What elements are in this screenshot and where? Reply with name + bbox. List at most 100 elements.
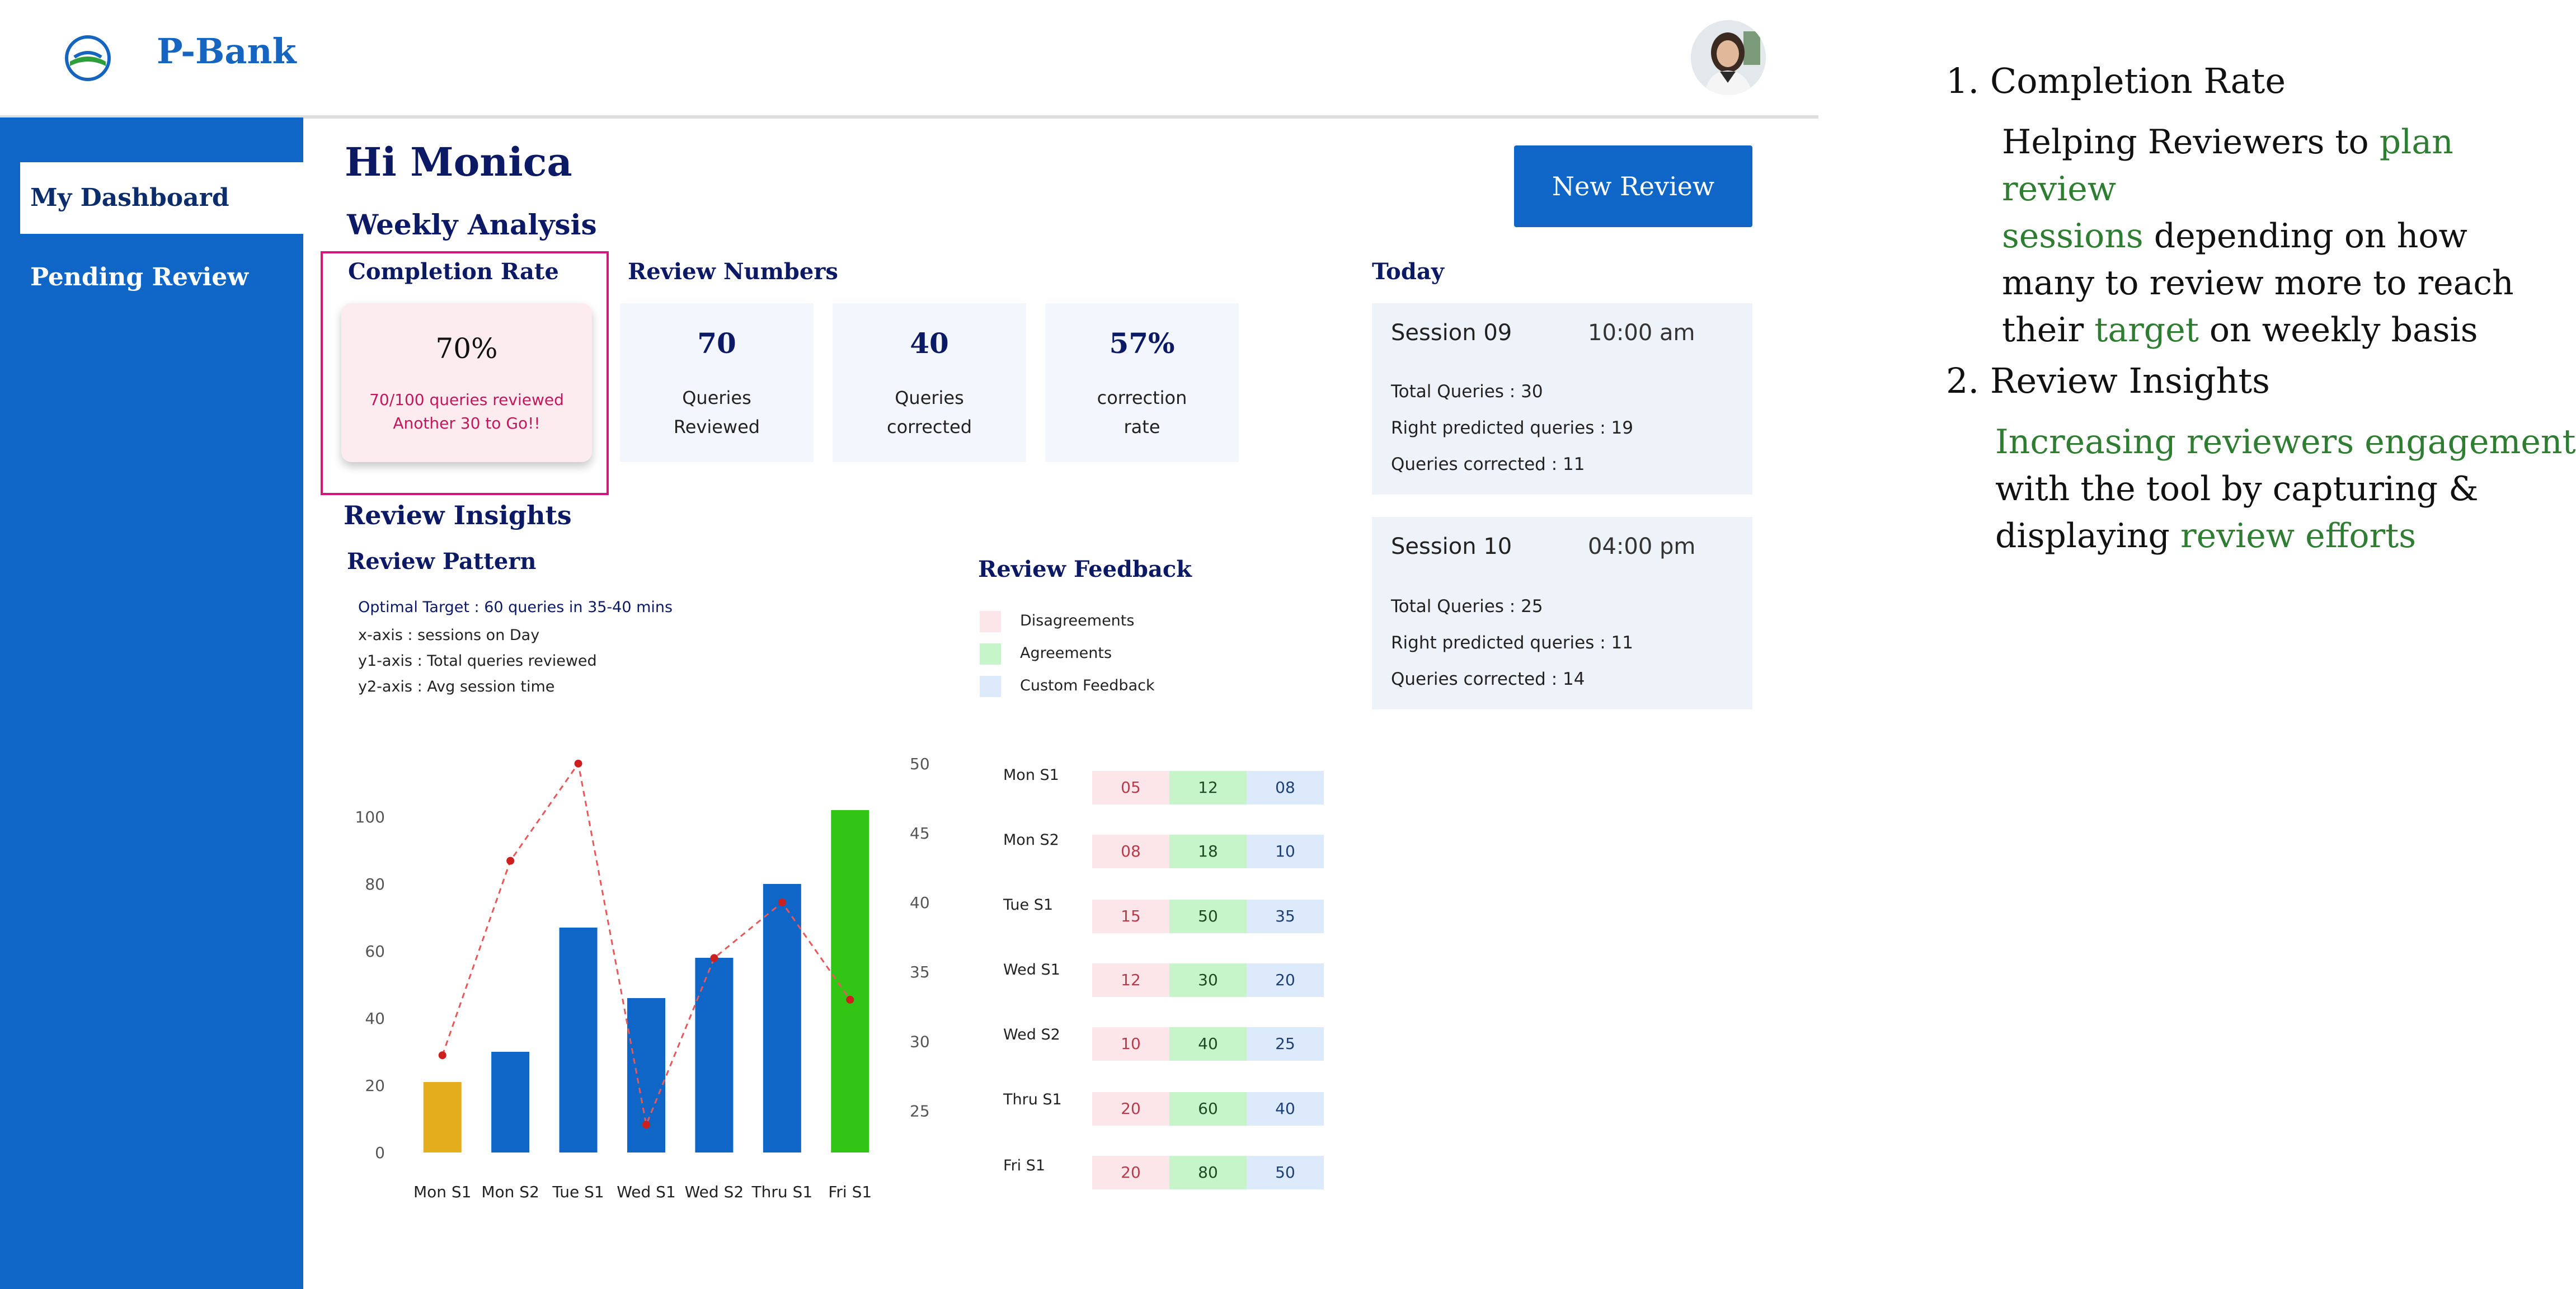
feedback-agreements-cell[interactable]: 12 (1169, 771, 1247, 805)
feedback-row-label: Thru S1 (1003, 1091, 1062, 1108)
legend-label-custom-feedback: Custom Feedback (1020, 677, 1155, 694)
y1-tick-label: 80 (365, 875, 385, 893)
feedback-custom-cell[interactable]: 10 (1247, 835, 1324, 868)
feedback-custom-cell[interactable]: 40 (1247, 1092, 1324, 1126)
correction-rate-card[interactable]: 57% correction rate (1045, 303, 1239, 462)
session-card-09[interactable]: Session 09 10:00 am Total Queries : 30 R… (1372, 303, 1752, 495)
session-card-10[interactable]: Session 10 04:00 pm Total Queries : 25 R… (1372, 517, 1752, 709)
y2-tick-label: 50 (910, 755, 930, 773)
session-queries-corrected: Queries corrected : 11 (1391, 454, 1585, 474)
note-insights-heading: 2. Review Insights (1946, 360, 2270, 401)
feedback-row-label: Wed S2 (1003, 1026, 1060, 1043)
legend-label-agreements: Agreements (1020, 644, 1112, 662)
x-tick-label: Mon S2 (481, 1183, 539, 1201)
chart-bar (763, 884, 801, 1152)
session-time: 10:00 am (1588, 320, 1695, 346)
feedback-disagreements-cell[interactable]: 10 (1092, 1027, 1169, 1061)
feedback-row-label: Fri S1 (1003, 1157, 1046, 1174)
feedback-disagreements-cell[interactable]: 15 (1092, 900, 1169, 933)
feedback-row-label: Mon S1 (1003, 766, 1059, 784)
feedback-agreements-cell[interactable]: 40 (1169, 1027, 1247, 1061)
x-tick-label: Fri S1 (828, 1183, 872, 1201)
sidebar: My Dashboard Pending Review (0, 117, 303, 1289)
feedback-agreements-cell[interactable]: 18 (1169, 835, 1247, 868)
completion-remaining: Another 30 to Go!! (393, 414, 540, 432)
sidebar-item-my-dashboard[interactable]: My Dashboard (20, 162, 303, 234)
note-line: displaying review efforts (1995, 512, 2576, 559)
note-highlight: Increasing reviewers engagement (1995, 422, 2576, 462)
x-tick-label: Thru S1 (751, 1183, 813, 1201)
note-text: displaying (1995, 516, 2180, 556)
feedback-disagreements-cell[interactable]: 08 (1092, 835, 1169, 868)
completion-rate-card[interactable]: 70% 70/100 queries reviewed Another 30 t… (341, 303, 592, 462)
sidebar-item-pending-review[interactable]: Pending Review (20, 242, 303, 313)
session-right-predicted: Right predicted queries : 11 (1391, 633, 1633, 653)
x-tick-label: Wed S2 (685, 1183, 744, 1201)
note-completion-heading: 1. Completion Rate (1946, 60, 2286, 101)
feedback-disagreements-cell[interactable]: 05 (1092, 771, 1169, 805)
note-highlight: review efforts (2180, 516, 2417, 556)
feedback-agreements-cell[interactable]: 80 (1169, 1156, 1247, 1189)
user-avatar[interactable] (1691, 20, 1766, 95)
correction-rate-value: 57% (1109, 327, 1175, 360)
completion-percent: 70% (435, 332, 498, 365)
feedback-agreements-cell[interactable]: 60 (1169, 1092, 1247, 1126)
note-line: Increasing reviewers engagement (1995, 418, 2576, 465)
y2-tick-label: 35 (910, 963, 930, 981)
y2-tick-label: 25 (910, 1102, 930, 1121)
avg-session-time-point (778, 898, 786, 907)
feedback-agreements-cell[interactable]: 50 (1169, 900, 1247, 933)
avg-session-time-point (710, 954, 718, 962)
avg-session-time-point (574, 759, 582, 768)
legend-swatch-agreements (980, 643, 1001, 665)
brand-name[interactable]: P-Bank (157, 31, 297, 72)
card-label: Queries (895, 387, 964, 408)
handshake-logo-icon (65, 35, 111, 81)
feedback-custom-cell[interactable]: 20 (1247, 963, 1324, 997)
session-right-predicted: Right predicted queries : 19 (1391, 418, 1633, 438)
card-label: correction (1097, 387, 1187, 408)
note-line: with the tool by capturing & (1995, 465, 2576, 512)
note-insights-body: Increasing reviewers engagement with the … (1995, 418, 2576, 559)
review-numbers-heading: Review Numbers (628, 258, 838, 285)
new-review-button[interactable]: New Review (1514, 145, 1752, 227)
queries-reviewed-value: 70 (697, 327, 736, 360)
user-avatar-icon (1691, 20, 1766, 95)
session-time: 04:00 pm (1588, 534, 1696, 559)
session-total-queries: Total Queries : 30 (1391, 382, 1543, 402)
weekly-analysis-heading: Weekly Analysis (347, 208, 597, 241)
avg-session-time-point (438, 1051, 446, 1060)
feedback-agreements-cell[interactable]: 30 (1169, 963, 1247, 997)
page-title: Hi Monica (345, 139, 572, 185)
feedback-custom-cell[interactable]: 08 (1247, 771, 1324, 805)
card-label: rate (1124, 416, 1160, 437)
note-text: depending on how (2143, 217, 2467, 256)
review-pattern-chart: 0 20 40 60 80 100 25 30 35 40 45 50 Mon S1 Mon S2 Tue … (355, 755, 930, 1201)
feedback-custom-cell[interactable]: 35 (1247, 900, 1324, 933)
feedback-custom-cell[interactable]: 50 (1247, 1156, 1324, 1189)
y1-tick-label: 20 (365, 1076, 385, 1095)
note-text: with the tool by capturing & (1995, 469, 2479, 509)
chart-bar (423, 1082, 462, 1152)
note-text: on weekly basis (2198, 311, 2478, 350)
queries-reviewed-card[interactable]: 70 Queries Reviewed (620, 303, 814, 462)
feedback-disagreements-cell[interactable]: 20 (1092, 1092, 1169, 1126)
avg-session-time-point (846, 995, 854, 1004)
note-completion-body: Helping Reviewers to plan review sessions… (2002, 119, 2576, 354)
note-text: their (2002, 311, 2095, 350)
feedback-disagreements-cell[interactable]: 12 (1092, 963, 1169, 997)
legend-swatch-disagreements (980, 611, 1001, 632)
chart-bar (627, 998, 665, 1152)
feedback-custom-cell[interactable]: 25 (1247, 1027, 1324, 1061)
note-line: many to review more to reach (2002, 260, 2576, 307)
queries-corrected-card[interactable]: 40 Queries corrected (833, 303, 1026, 462)
session-queries-corrected: Queries corrected : 14 (1391, 669, 1585, 689)
feedback-disagreements-cell[interactable]: 20 (1092, 1156, 1169, 1189)
y1-tick-label: 60 (365, 942, 385, 961)
y2-axis-note: y2-axis : Avg session time (358, 678, 555, 695)
chart-bar (559, 928, 598, 1152)
y2-tick-label: 40 (910, 893, 930, 912)
feedback-row-label: Wed S1 (1003, 961, 1060, 978)
session-name: Session 10 (1391, 534, 1512, 559)
chart-bar (831, 810, 869, 1152)
